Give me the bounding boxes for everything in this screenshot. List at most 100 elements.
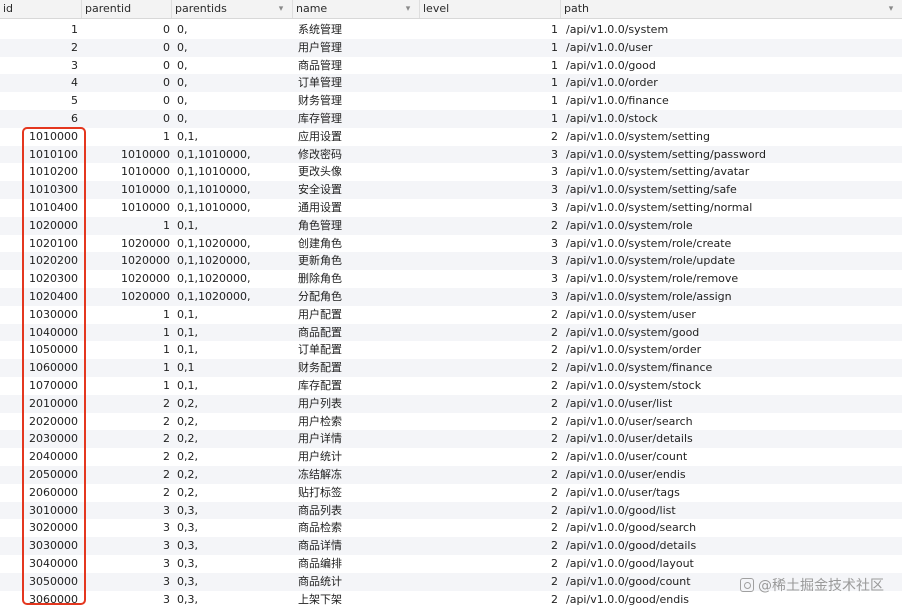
cell-level[interactable]: 1 [420,57,561,75]
cell-id[interactable]: 1030000 [0,306,82,324]
cell-path[interactable]: /api/v1.0.0/system/order [564,341,902,359]
cell-level[interactable]: 2 [420,448,561,466]
cell-name[interactable]: 商品详情 [296,537,420,555]
cell-parentid[interactable]: 1 [82,306,172,324]
cell-name[interactable]: 用户检索 [296,413,420,431]
cell-id[interactable]: 1020400 [0,288,82,306]
cell-name[interactable]: 订单配置 [296,341,420,359]
table-row[interactable]: 2020000 2 0,2, 用户检索 2/api/v1.0.0/user/search [0,413,902,431]
cell-id[interactable]: 2020000 [0,413,82,431]
cell-id[interactable]: 1020300 [0,270,82,288]
cell-id[interactable]: 2010000 [0,395,82,413]
cell-parentids[interactable]: 0,1, [175,128,293,146]
cell-parentid[interactable]: 1 [82,341,172,359]
table-row[interactable]: 1020100 1020000 0,1,1020000, 创建角色 3/api/v1.0… [0,235,902,253]
cell-name[interactable]: 商品列表 [296,502,420,520]
cell-level[interactable]: 2 [420,466,561,484]
table-row[interactable]: 3 0 0, 商品管理 1/api/v1.0.0/good [0,57,902,75]
cell-parentids[interactable]: 0,3, [175,573,293,591]
cell-parentid[interactable]: 2 [82,430,172,448]
cell-parentids[interactable]: 0,1,1020000, [175,270,293,288]
cell-parentids[interactable]: 0,3, [175,591,293,609]
cell-id[interactable]: 1020100 [0,235,82,253]
cell-path[interactable]: /api/v1.0.0/system/setting [564,128,902,146]
cell-id[interactable]: 1010300 [0,181,82,199]
cell-parentid[interactable]: 3 [82,591,172,609]
cell-parentids[interactable]: 0, [175,74,293,92]
cell-name[interactable]: 用户列表 [296,395,420,413]
cell-parentids[interactable]: 0,1, [175,324,293,342]
table-row[interactable]: 2060000 2 0,2, 贴打标签 2/api/v1.0.0/user/tags [0,484,902,502]
table-row[interactable]: 1070000 1 0,1, 库存配置 2/api/v1.0.0/system/stoc… [0,377,902,395]
cell-parentids[interactable]: 0,1,1010000, [175,199,293,217]
cell-id[interactable]: 1040000 [0,324,82,342]
cell-parentids[interactable]: 0,1 [175,359,293,377]
table-row[interactable]: 1050000 1 0,1, 订单配置 2/api/v1.0.0/system/orde… [0,341,902,359]
cell-parentids[interactable]: 0,1,1020000, [175,252,293,270]
cell-level[interactable]: 2 [420,306,561,324]
cell-level[interactable]: 2 [420,573,561,591]
cell-parentid[interactable]: 1 [82,359,172,377]
cell-parentids[interactable]: 0,2, [175,484,293,502]
cell-parentid[interactable]: 1010000 [82,181,172,199]
cell-id[interactable]: 1 [0,21,82,39]
cell-name[interactable]: 用户配置 [296,306,420,324]
cell-parentids[interactable]: 0,3, [175,519,293,537]
cell-parentids[interactable]: 0,2, [175,413,293,431]
cell-level[interactable]: 1 [420,21,561,39]
table-row[interactable]: 1010300 1010000 0,1,1010000, 安全设置 3/api/v1.0… [0,181,902,199]
cell-name[interactable]: 分配角色 [296,288,420,306]
column-header-level[interactable]: level [420,0,561,18]
cell-name[interactable]: 库存管理 [296,110,420,128]
cell-name[interactable]: 删除角色 [296,270,420,288]
cell-name[interactable]: 更改头像 [296,163,420,181]
cell-level[interactable]: 2 [420,395,561,413]
cell-level[interactable]: 2 [420,430,561,448]
cell-parentid[interactable]: 1 [82,377,172,395]
cell-level[interactable]: 1 [420,110,561,128]
cell-parentid[interactable]: 2 [82,413,172,431]
cell-id[interactable]: 1010200 [0,163,82,181]
cell-path[interactable]: /api/v1.0.0/system/good [564,324,902,342]
cell-level[interactable]: 3 [420,146,561,164]
cell-parentids[interactable]: 0,2, [175,448,293,466]
cell-parentids[interactable]: 0,1,1020000, [175,235,293,253]
cell-level[interactable]: 2 [420,519,561,537]
cell-id[interactable]: 3060000 [0,591,82,609]
table-row[interactable]: 3020000 3 0,3, 商品检索 2/api/v1.0.0/good/search [0,519,902,537]
cell-level[interactable]: 2 [420,128,561,146]
cell-level[interactable]: 2 [420,377,561,395]
cell-id[interactable]: 2050000 [0,466,82,484]
cell-parentid[interactable]: 3 [82,573,172,591]
table-row[interactable]: 1030000 1 0,1, 用户配置 2/api/v1.0.0/system/user [0,306,902,324]
cell-parentids[interactable]: 0,3, [175,502,293,520]
cell-parentid[interactable]: 0 [82,110,172,128]
cell-name[interactable]: 更新角色 [296,252,420,270]
cell-path[interactable]: /api/v1.0.0/system/finance [564,359,902,377]
cell-path[interactable]: /api/v1.0.0/user/list [564,395,902,413]
cell-name[interactable]: 贴打标签 [296,484,420,502]
cell-path[interactable]: /api/v1.0.0/system/user [564,306,902,324]
cell-name[interactable]: 商品统计 [296,573,420,591]
cell-name[interactable]: 用户管理 [296,39,420,57]
cell-parentids[interactable]: 0,1, [175,377,293,395]
cell-name[interactable]: 商品管理 [296,57,420,75]
cell-id[interactable]: 2040000 [0,448,82,466]
cell-path[interactable]: /api/v1.0.0/good/list [564,502,902,520]
table-row[interactable]: 3030000 3 0,3, 商品详情 2/api/v1.0.0/good/detail… [0,537,902,555]
cell-id[interactable]: 4 [0,74,82,92]
cell-name[interactable]: 应用设置 [296,128,420,146]
cell-level[interactable]: 2 [420,359,561,377]
cell-path[interactable]: /api/v1.0.0/system/role/remove [564,270,902,288]
cell-id[interactable]: 2060000 [0,484,82,502]
cell-level[interactable]: 2 [420,324,561,342]
cell-parentid[interactable]: 3 [82,555,172,573]
cell-name[interactable]: 商品配置 [296,324,420,342]
cell-level[interactable]: 1 [420,39,561,57]
cell-id[interactable]: 3030000 [0,537,82,555]
cell-level[interactable]: 3 [420,235,561,253]
cell-id[interactable]: 1010100 [0,146,82,164]
cell-level[interactable]: 3 [420,252,561,270]
cell-id[interactable]: 6 [0,110,82,128]
cell-parentids[interactable]: 0,1, [175,341,293,359]
